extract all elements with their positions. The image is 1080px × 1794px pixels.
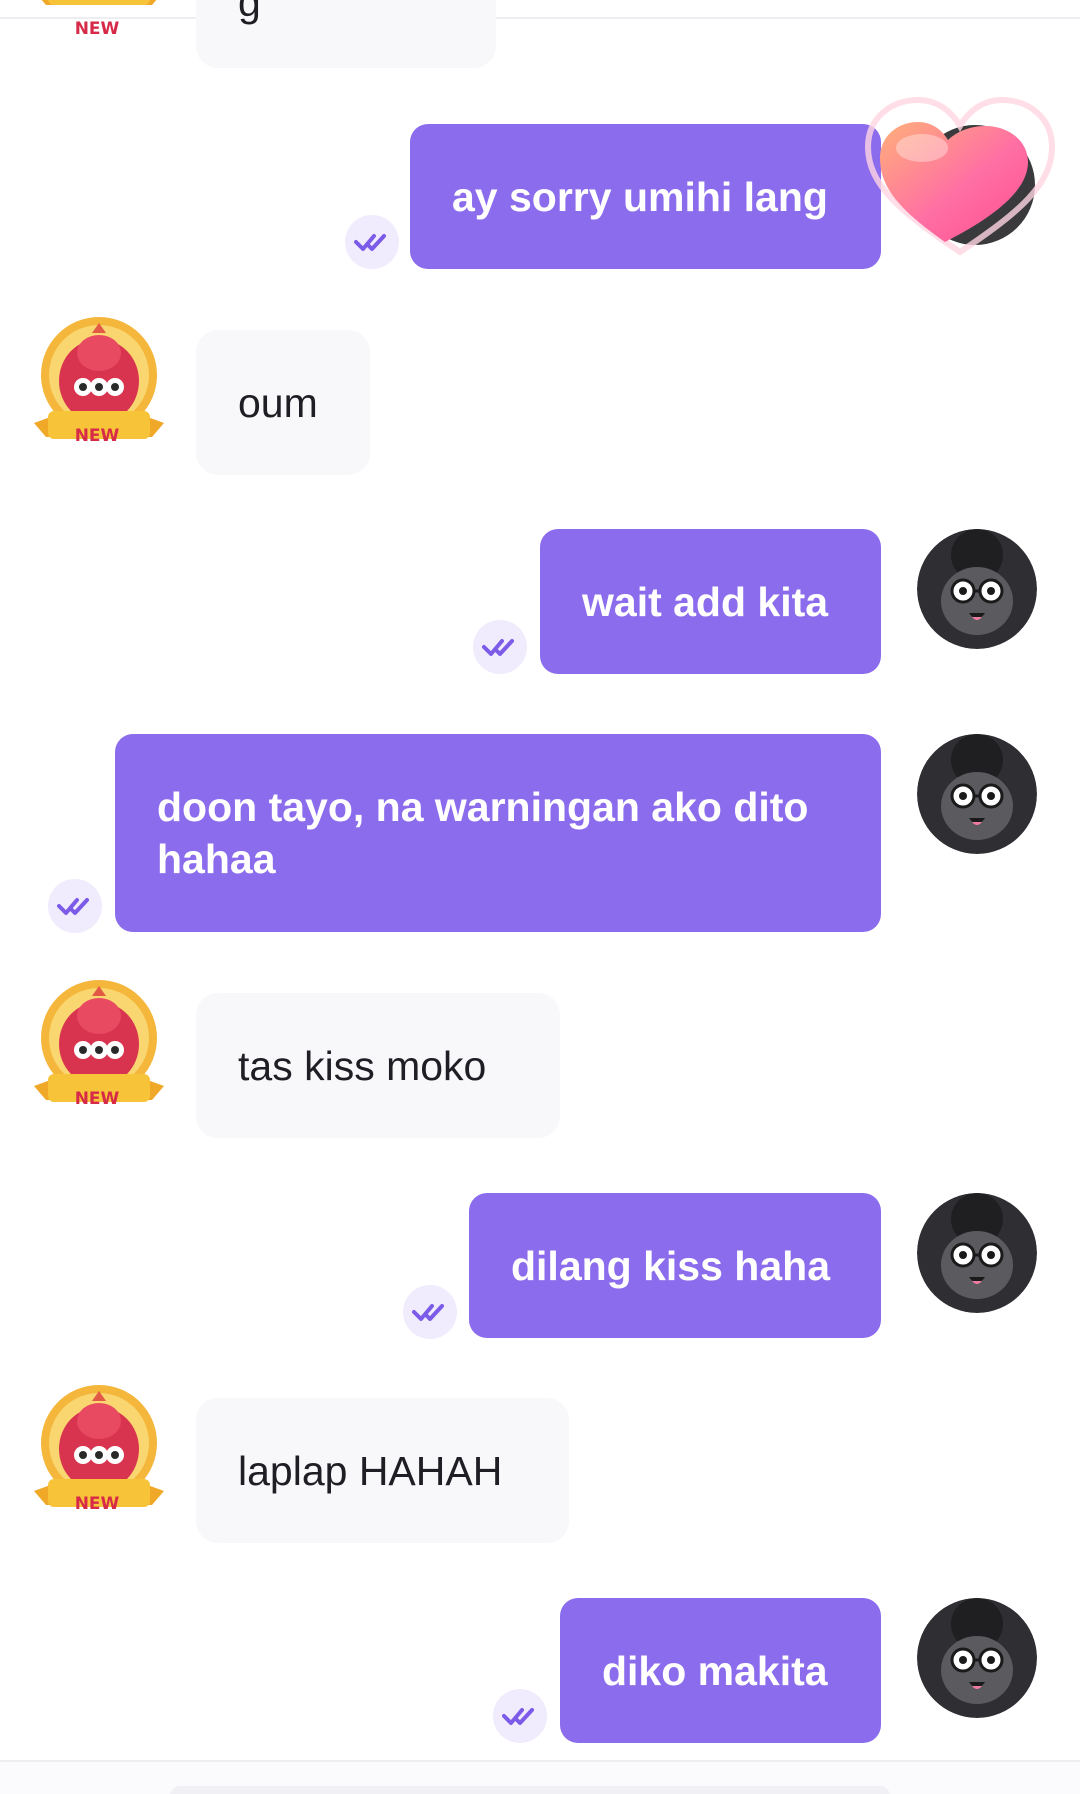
read-receipt [345, 215, 399, 269]
chat-screen: NEW g ay sorry umihi lang NEW oum wait a… [0, 0, 1080, 1794]
double-check-icon [482, 639, 514, 656]
read-receipt [493, 1689, 547, 1743]
message-bubble-outgoing[interactable]: diko makita [560, 1598, 881, 1743]
new-badge-label: NEW [74, 426, 120, 446]
message-input-edge[interactable] [170, 1786, 890, 1794]
read-receipt [403, 1285, 457, 1339]
sheep-avatar-icon[interactable] [917, 529, 1037, 649]
message-text: tas kiss moko [238, 1042, 487, 1089]
message-bubble-outgoing[interactable]: dilang kiss haha [469, 1193, 881, 1338]
my-avatar-with-frame[interactable] [860, 92, 1060, 262]
read-receipt [48, 879, 102, 933]
message-text: laplap HAHAH [238, 1447, 503, 1494]
message-text: doon tayo, na warningan ako dito hahaa [157, 784, 809, 882]
message-text: g [238, 0, 261, 25]
message-bubble-outgoing[interactable]: doon tayo, na warningan ako dito hahaa [115, 734, 881, 932]
sheep-avatar-icon[interactable] [917, 734, 1037, 854]
sheep-avatar-icon[interactable] [917, 1193, 1037, 1313]
message-bubble-incoming[interactable]: tas kiss moko [196, 993, 560, 1138]
message-text: diko makita [602, 1647, 828, 1694]
message-text: dilang kiss haha [511, 1242, 830, 1289]
read-receipt [473, 620, 527, 674]
new-badge-label: NEW [74, 1494, 120, 1514]
double-check-icon [502, 1708, 534, 1725]
message-bubble-incoming[interactable]: g [196, 0, 496, 68]
message-text: ay sorry umihi lang [452, 173, 828, 220]
message-text: wait add kita [582, 578, 829, 625]
message-bubble-incoming[interactable]: laplap HAHAH [196, 1398, 569, 1543]
double-check-icon [412, 1304, 444, 1321]
heart-frame-icon [864, 96, 1056, 256]
message-bubble-incoming[interactable]: oum [196, 330, 370, 475]
message-bubble-outgoing[interactable]: ay sorry umihi lang [410, 124, 881, 269]
new-badge-label: NEW [74, 1089, 120, 1109]
double-check-icon [354, 234, 386, 251]
message-bubble-outgoing[interactable]: wait add kita [540, 529, 881, 674]
new-badge-label: NEW [74, 19, 120, 39]
double-check-icon [57, 898, 89, 915]
message-text: oum [238, 379, 318, 426]
sheep-avatar-icon[interactable] [917, 1598, 1037, 1718]
